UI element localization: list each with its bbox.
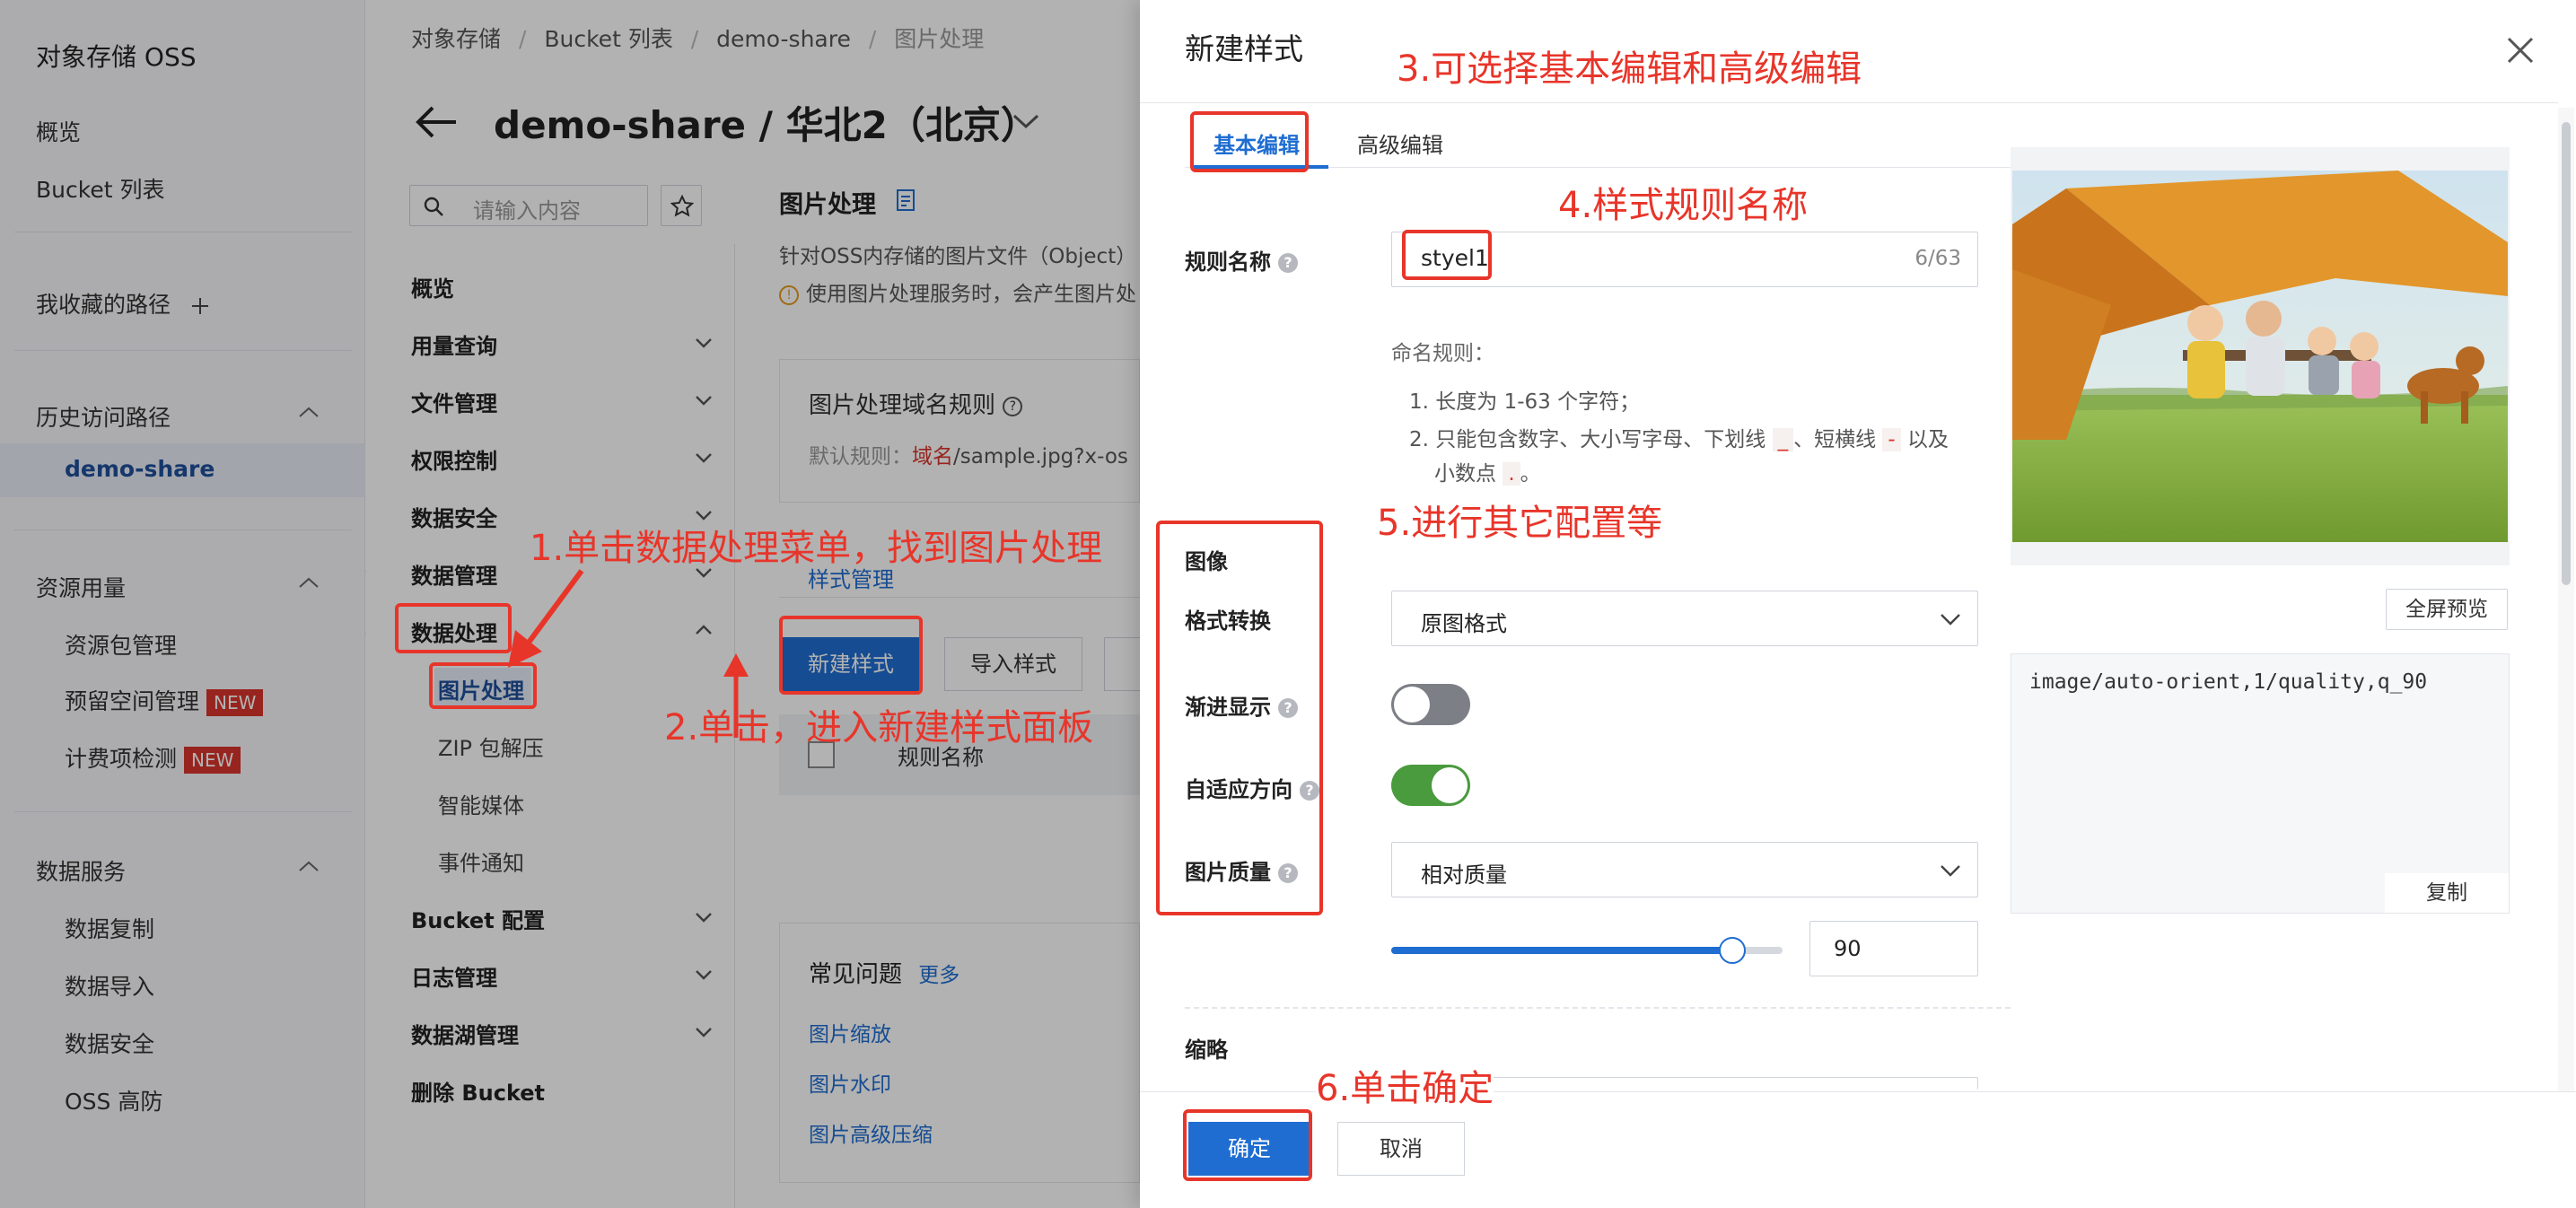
naming-rule-1: 1. 长度为 1-63 个字符；: [1409, 390, 1641, 414]
annotation-step-3: 3.可选择基本编辑和高级编辑: [1397, 48, 1862, 90]
naming-rule-2-part: 、短横线: [1793, 428, 1877, 451]
naming-rules-title: 命名规则：: [1391, 342, 1494, 365]
naming-rule-2-part: 2. 只能包含数字、大小写字母、下划线: [1409, 428, 1766, 451]
annotation-box: [1156, 521, 1323, 915]
code-dot: .: [1503, 462, 1520, 486]
annotation-step-5: 5.进行其它配置等: [1377, 503, 1663, 544]
format-select[interactable]: 原图格式: [1391, 591, 1978, 646]
annotation-box: [395, 603, 512, 653]
drawer-header-divider: [1140, 102, 2558, 103]
quality-number-input[interactable]: 90: [1809, 921, 1978, 976]
progressive-toggle[interactable]: [1391, 684, 1470, 725]
format-value: 原图格式: [1421, 611, 1507, 636]
annotation-step-1: 1.单击数据处理菜单，找到图片处理: [530, 528, 1103, 569]
naming-rule-2: 2. 只能包含数字、大小写字母、下划线 _ 、短横线 - 以及: [1409, 422, 1949, 452]
toggle-knob: [1432, 767, 1468, 803]
slider-fill: [1391, 947, 1733, 954]
tab-advanced-edit[interactable]: 高级编辑: [1357, 127, 1443, 159]
chevron-down-icon: [1941, 614, 1960, 626]
annotation-step-2: 2.单击，进入新建样式面板: [664, 707, 1094, 748]
annotation-box: [779, 616, 923, 695]
copy-button[interactable]: 复制: [2385, 873, 2509, 913]
cancel-button[interactable]: 取消: [1337, 1122, 1465, 1176]
quality-value: 相对质量: [1421, 862, 1507, 888]
code-underscore: _: [1772, 428, 1794, 451]
section-divider: [1185, 1007, 2011, 1009]
style-code: image/auto-orient,1/quality,q_90: [2029, 670, 2428, 694]
slider-thumb[interactable]: [1719, 937, 1747, 964]
toggle-knob: [1394, 687, 1430, 722]
quality-number-value: 90: [1834, 936, 1862, 961]
rule-name-label: 规则名称?: [1185, 244, 1298, 276]
naming-rule-2-part: 小数点: [1434, 462, 1496, 486]
annotation-box: [1183, 1109, 1312, 1181]
help-icon[interactable]: ?: [1278, 253, 1298, 273]
naming-rule-2-part: 。: [1520, 462, 1541, 486]
annotation-step-4: 4.样式规则名称: [1558, 185, 1809, 226]
naming-rule-2-part: 以及: [1907, 428, 1950, 451]
annotation-box: [1402, 230, 1492, 280]
auto-orient-toggle[interactable]: [1391, 765, 1470, 806]
chevron-down-icon: [1941, 865, 1960, 877]
annotation-step-6: 6.单击确定: [1316, 1059, 1494, 1111]
close-icon[interactable]: [2506, 36, 2535, 65]
preview-image: [2012, 171, 2508, 542]
style-code-box: image/auto-orient,1/quality,q_90 复制: [2011, 653, 2510, 914]
fullscreen-preview-button[interactable]: 全屏预览: [2386, 589, 2508, 630]
scrollbar-thumb[interactable]: [2562, 122, 2571, 585]
drawer-title: 新建样式: [1185, 31, 1303, 66]
quality-slider[interactable]: [1391, 937, 1783, 964]
annotation-arrow: [508, 569, 584, 668]
rule-name-label-text: 规则名称: [1185, 249, 1271, 275]
code-dash: -: [1882, 428, 1901, 451]
rule-name-counter: 6/63: [1914, 247, 1961, 270]
section-thumbnail: 缩略: [1185, 1037, 1228, 1063]
drawer-scrollbar[interactable]: [2558, 108, 2574, 1091]
quality-select[interactable]: 相对质量: [1391, 842, 1978, 897]
naming-rule-2-cont: 小数点 .。: [1434, 456, 1541, 486]
annotation-box: [1190, 111, 1309, 172]
